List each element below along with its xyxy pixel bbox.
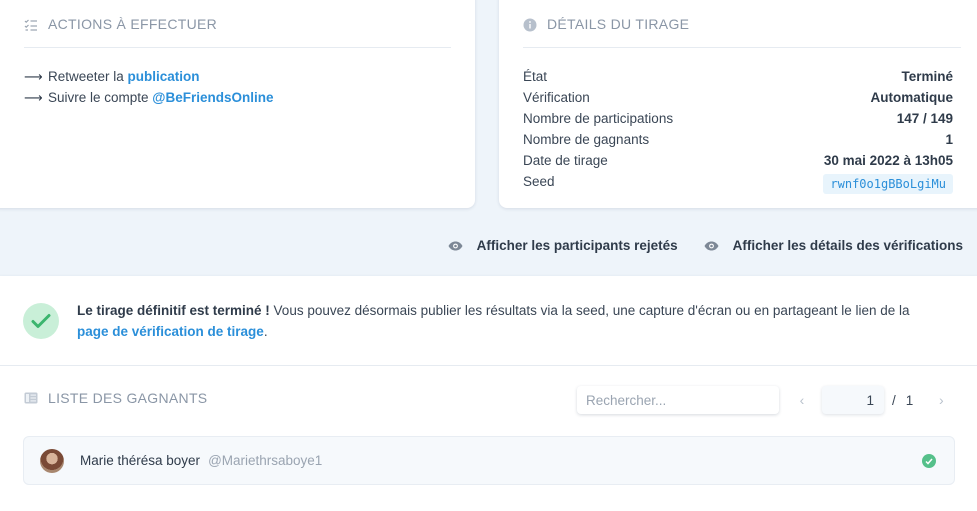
page-separator: / — [892, 392, 896, 408]
winner-row[interactable]: Marie thérésa boyer @Mariethrsaboye1 — [23, 436, 955, 485]
winners-header: Liste des gagnants ‹ 1 / 1 › — [24, 382, 955, 414]
detail-label: Nombre de participations — [523, 111, 674, 126]
arrow-right-icon: ⟶ — [24, 69, 43, 84]
detail-value: Automatique — [870, 90, 954, 105]
search-input[interactable] — [577, 386, 779, 414]
notice-end: . — [263, 324, 268, 339]
check-circle-icon — [23, 303, 59, 339]
checklist-icon — [24, 19, 37, 31]
detail-value: 147 / 149 — [896, 111, 953, 126]
action-text: Retweeter la — [48, 69, 128, 84]
notice-text: Le tirage définitif est terminé ! Vous p… — [77, 300, 941, 342]
notice-bold: Le tirage définitif est terminé ! — [77, 303, 270, 318]
detail-label: Seed — [523, 174, 555, 189]
valid-check-icon — [922, 454, 936, 468]
list-icon — [24, 392, 38, 404]
detail-label: Nombre de gagnants — [523, 132, 650, 147]
detail-row-winners: Nombre de gagnants 1 — [523, 129, 953, 150]
total-pages: 1 — [905, 392, 914, 408]
detail-row-verification: Vérification Automatique — [523, 87, 953, 108]
publication-link[interactable]: publication — [128, 66, 200, 87]
pagination: ‹ 1 / 1 › — [796, 386, 947, 414]
detail-value: 1 — [945, 132, 953, 147]
actions-card: Actions à effectuer ⟶ Retweeter la publi… — [0, 0, 475, 208]
verification-page-link[interactable]: page de vérification de tirage — [77, 324, 264, 339]
details-card: Détails du tirage État Terminé Vérificat… — [499, 0, 977, 208]
seed-value: rwnf0o1gBBoLgiMu — [823, 173, 953, 194]
checkmark-icon — [31, 314, 51, 328]
eye-icon — [448, 241, 463, 250]
show-verifications-button[interactable]: Afficher les détails des vérifications — [704, 238, 963, 253]
winners-title: Liste des gagnants — [24, 390, 207, 406]
detail-label: Vérification — [523, 90, 590, 105]
details-list: État Terminé Vérification Automatique No… — [523, 66, 953, 194]
detail-row-date: Date de tirage 30 mai 2022 à 13h05 — [523, 150, 953, 171]
action-text: Suivre le compte — [48, 90, 153, 105]
winner-name: Marie thérésa boyer — [80, 453, 201, 468]
detail-label: Date de tirage — [523, 153, 608, 168]
current-page: 1 — [866, 392, 874, 408]
info-icon — [523, 18, 537, 32]
detail-row-state: État Terminé — [523, 66, 953, 87]
chevron-left-icon[interactable]: ‹ — [796, 392, 808, 408]
action-list: ⟶ Retweeter la publication ⟶ Suivre le c… — [24, 66, 273, 108]
detail-value: Terminé — [901, 69, 953, 84]
avatar — [40, 448, 64, 473]
detail-row-participations: Nombre de participations 147 / 149 — [523, 108, 953, 129]
chevron-right-icon[interactable]: › — [935, 392, 947, 408]
detail-row-seed: Seed rwnf0o1gBBoLgiMu — [523, 171, 953, 194]
action-item-retweet: ⟶ Retweeter la publication — [24, 66, 273, 87]
show-verifications-label: Afficher les détails des vérifications — [732, 238, 963, 253]
detail-value: 30 mai 2022 à 13h05 — [823, 153, 953, 168]
actions-title: Actions à effectuer — [48, 16, 218, 32]
eye-icon — [704, 241, 719, 250]
winner-handle: @Mariethrsaboye1 — [208, 453, 323, 468]
detail-label: État — [523, 69, 548, 84]
action-item-follow: ⟶ Suivre le compte @BeFriendsOnline — [24, 87, 273, 108]
details-header: Détails du tirage — [523, 16, 961, 48]
show-rejected-label: Afficher les participants rejetés — [476, 238, 678, 253]
actions-header: Actions à effectuer — [24, 16, 451, 48]
toggle-links: Afficher les participants rejetés Affich… — [448, 238, 963, 253]
results-card: Le tirage définitif est terminé ! Vous p… — [0, 276, 977, 511]
completion-notice: Le tirage définitif est terminé ! Vous p… — [0, 276, 977, 366]
winners-title-label: Liste des gagnants — [48, 390, 208, 406]
show-rejected-button[interactable]: Afficher les participants rejetés — [448, 238, 678, 253]
notice-body: Vous pouvez désormais publier les résult… — [269, 303, 910, 318]
arrow-right-icon: ⟶ — [24, 90, 43, 105]
page-number-input[interactable]: 1 — [822, 386, 884, 414]
details-title: Détails du tirage — [547, 16, 690, 32]
account-link[interactable]: @BeFriendsOnline — [152, 87, 273, 108]
